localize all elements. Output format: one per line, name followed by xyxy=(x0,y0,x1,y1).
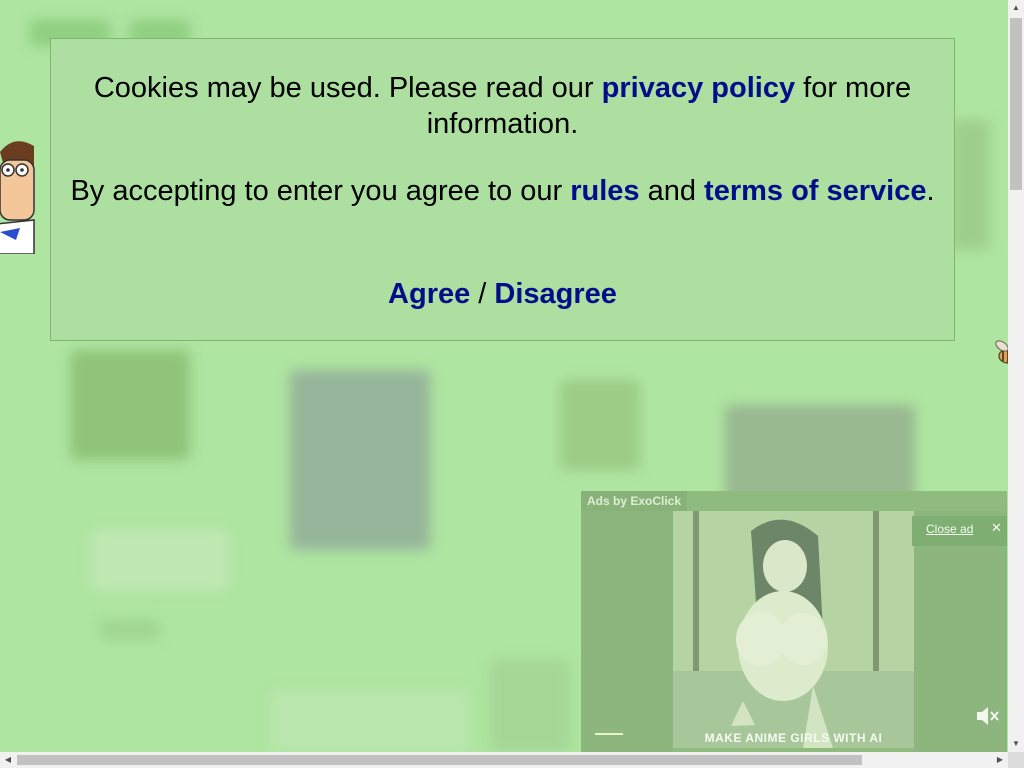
blurred-thumbnail xyxy=(560,380,640,470)
scroll-right-arrow-icon[interactable]: ▶ xyxy=(992,752,1008,768)
cookie-text: Cookies may be used. Please read our xyxy=(93,72,602,104)
vertical-scroll-thumb[interactable] xyxy=(1010,18,1022,190)
disagree-link[interactable]: Disagree xyxy=(494,278,617,310)
scroll-down-arrow-icon[interactable]: ▼ xyxy=(1008,736,1024,752)
agree-link[interactable]: Agree xyxy=(388,278,470,310)
cookie-privacy-text: Cookies may be used. Please read our pri… xyxy=(66,70,939,142)
close-ad-button[interactable]: Close ad xyxy=(926,522,973,536)
cookie-terms-text: By accepting to enter you agree to our r… xyxy=(66,173,939,209)
blurred-thumbnail xyxy=(290,370,430,550)
video-ad[interactable]: Ads by ExoClick Close ad ✕ MAKE ANIME GI… xyxy=(581,491,1007,752)
mascot-image xyxy=(0,141,35,254)
scroll-left-arrow-icon[interactable]: ◀ xyxy=(0,752,16,768)
vertical-scrollbar[interactable]: ▲ ▼ xyxy=(1008,0,1024,752)
scroll-up-arrow-icon[interactable]: ▲ xyxy=(1008,0,1024,16)
blurred-thumbnail xyxy=(950,120,990,250)
rules-link[interactable]: rules xyxy=(570,175,639,207)
cookie-text: By accepting to enter you agree to our xyxy=(70,175,571,207)
cookie-consent-dialog: Cookies may be used. Please read our pri… xyxy=(50,38,955,341)
blurred-thumbnail xyxy=(270,690,470,752)
ad-progress-bar xyxy=(595,733,623,735)
ad-side-panel xyxy=(581,511,673,752)
blurred-text-block xyxy=(90,530,230,590)
cookie-text: and xyxy=(639,175,705,207)
blurred-thumbnail xyxy=(490,660,570,752)
blurred-thumbnail xyxy=(70,350,190,460)
horizontal-scroll-thumb[interactable] xyxy=(17,755,862,765)
terms-of-service-link[interactable]: terms of service xyxy=(704,175,926,207)
cookie-text: . xyxy=(926,175,935,207)
horizontal-scrollbar[interactable]: ◀ ▶ xyxy=(0,752,1008,768)
muted-speaker-icon[interactable] xyxy=(974,703,1000,729)
close-icon[interactable]: ✕ xyxy=(991,520,1002,536)
blurred-text-block xyxy=(100,620,160,640)
blurred-thumbnail xyxy=(725,405,915,505)
scrollbar-corner xyxy=(1008,752,1024,768)
ad-video-image xyxy=(673,511,914,748)
separator: / xyxy=(470,278,495,310)
consent-actions: Agree / Disagree xyxy=(66,276,939,312)
ad-network-label[interactable]: Ads by ExoClick xyxy=(581,491,688,511)
ad-video-frame[interactable] xyxy=(673,511,914,748)
ad-close-area: Close ad ✕ xyxy=(912,516,1007,546)
ad-caption: MAKE ANIME GIRLS WITH AI xyxy=(704,731,883,745)
privacy-policy-link[interactable]: privacy policy xyxy=(602,72,795,104)
